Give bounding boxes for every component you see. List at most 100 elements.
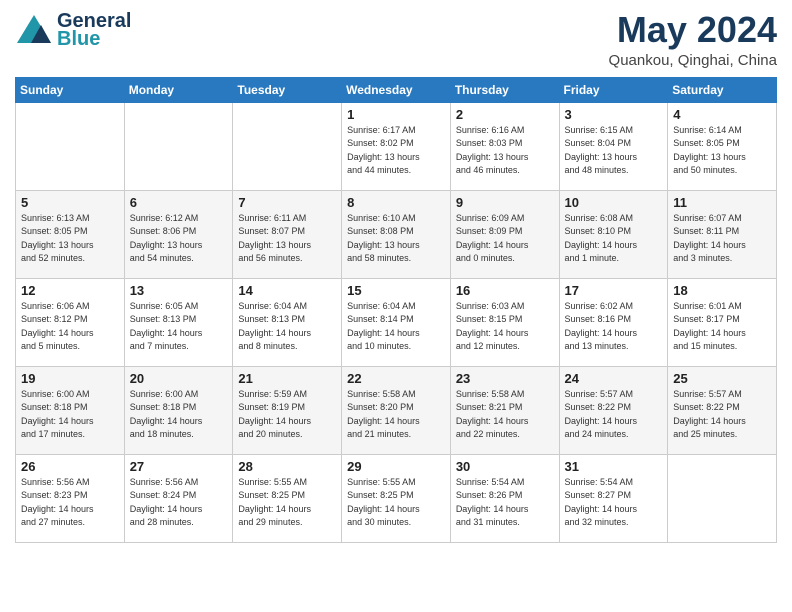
header-monday: Monday — [124, 77, 233, 102]
table-cell: 26 Sunrise: 5:56 AMSunset: 8:23 PMDayligh… — [16, 454, 125, 542]
day-info: Sunrise: 6:15 AMSunset: 8:04 PMDaylight:… — [565, 124, 663, 178]
calendar-row-2: 5 Sunrise: 6:13 AMSunset: 8:05 PMDaylight… — [16, 190, 777, 278]
day-info: Sunrise: 6:00 AMSunset: 8:18 PMDaylight:… — [21, 388, 119, 442]
day-number: 27 — [130, 459, 228, 474]
logo-icon — [15, 11, 53, 49]
day-number: 18 — [673, 283, 771, 298]
day-info: Sunrise: 5:59 AMSunset: 8:19 PMDaylight:… — [238, 388, 336, 442]
day-number: 31 — [565, 459, 663, 474]
table-cell: 28Sunrise: 5:55 AMSunset: 8:25 PMDayligh… — [233, 454, 342, 542]
table-cell: 11 Sunrise: 6:07 AMSunset: 8:11 PMDayligh… — [668, 190, 777, 278]
day-number: 13 — [130, 283, 228, 298]
day-info: Sunrise: 5:58 AMSunset: 8:21 PMDaylight:… — [456, 388, 554, 442]
day-info: Sunrise: 6:04 AMSunset: 8:14 PMDaylight:… — [347, 300, 445, 354]
day-number: 8 — [347, 195, 445, 210]
table-cell: 19 Sunrise: 6:00 AMSunset: 8:18 PMDayligh… — [16, 366, 125, 454]
day-number: 6 — [130, 195, 228, 210]
day-number: 5 — [21, 195, 119, 210]
day-info: Sunrise: 5:58 AMSunset: 8:20 PMDaylight:… — [347, 388, 445, 442]
table-cell: 17 Sunrise: 6:02 AMSunset: 8:16 PMDayligh… — [559, 278, 668, 366]
day-info: Sunrise: 5:54 AMSunset: 8:27 PMDaylight:… — [565, 476, 663, 530]
day-number: 30 — [456, 459, 554, 474]
table-cell: 29 Sunrise: 5:55 AMSunset: 8:25 PMDayligh… — [342, 454, 451, 542]
day-number: 12 — [21, 283, 119, 298]
table-cell: 1 Sunrise: 6:17 AMSunset: 8:02 PMDaylight… — [342, 102, 451, 190]
day-info: Sunrise: 6:06 AMSunset: 8:12 PMDaylight:… — [21, 300, 119, 354]
day-info: Sunrise: 6:03 AMSunset: 8:15 PMDaylight:… — [456, 300, 554, 354]
table-cell — [16, 102, 125, 190]
day-info: Sunrise: 5:57 AMSunset: 8:22 PMDaylight:… — [565, 388, 663, 442]
weekday-header-row: Sunday Monday Tuesday Wednesday Thursday… — [16, 77, 777, 102]
day-info: Sunrise: 6:04 AMSunset: 8:13 PMDaylight:… — [238, 300, 336, 354]
table-cell: 3 Sunrise: 6:15 AMSunset: 8:04 PMDaylight… — [559, 102, 668, 190]
day-number: 10 — [565, 195, 663, 210]
month-title: May 2024 — [609, 10, 777, 50]
day-number: 15 — [347, 283, 445, 298]
day-info: Sunrise: 6:01 AMSunset: 8:17 PMDaylight:… — [673, 300, 771, 354]
day-number: 3 — [565, 107, 663, 122]
calendar-row-4: 19 Sunrise: 6:00 AMSunset: 8:18 PMDayligh… — [16, 366, 777, 454]
table-cell: 21Sunrise: 5:59 AMSunset: 8:19 PMDayligh… — [233, 366, 342, 454]
day-number: 2 — [456, 107, 554, 122]
day-number: 28 — [238, 459, 336, 474]
table-cell: 23Sunrise: 5:58 AMSunset: 8:21 PMDayligh… — [450, 366, 559, 454]
day-number: 17 — [565, 283, 663, 298]
page: General Blue May 2024 Quankou, Qinghai, … — [0, 0, 792, 612]
table-cell: 14 Sunrise: 6:04 AMSunset: 8:13 PMDayligh… — [233, 278, 342, 366]
header-wednesday: Wednesday — [342, 77, 451, 102]
day-number: 1 — [347, 107, 445, 122]
day-number: 29 — [347, 459, 445, 474]
day-number: 16 — [456, 283, 554, 298]
day-info: Sunrise: 5:57 AMSunset: 8:22 PMDaylight:… — [673, 388, 771, 442]
header-friday: Friday — [559, 77, 668, 102]
table-cell: 5 Sunrise: 6:13 AMSunset: 8:05 PMDaylight… — [16, 190, 125, 278]
day-info: Sunrise: 6:08 AMSunset: 8:10 PMDaylight:… — [565, 212, 663, 266]
table-cell: 8Sunrise: 6:10 AMSunset: 8:08 PMDaylight… — [342, 190, 451, 278]
table-cell: 12 Sunrise: 6:06 AMSunset: 8:12 PMDayligh… — [16, 278, 125, 366]
day-info: Sunrise: 6:00 AMSunset: 8:18 PMDaylight:… — [130, 388, 228, 442]
day-number: 4 — [673, 107, 771, 122]
day-info: Sunrise: 6:09 AMSunset: 8:09 PMDaylight:… — [456, 212, 554, 266]
day-number: 19 — [21, 371, 119, 386]
header-sunday: Sunday — [16, 77, 125, 102]
day-number: 20 — [130, 371, 228, 386]
table-cell: 22Sunrise: 5:58 AMSunset: 8:20 PMDayligh… — [342, 366, 451, 454]
day-number: 24 — [565, 371, 663, 386]
location: Quankou, Qinghai, China — [609, 52, 777, 69]
table-cell: 30 Sunrise: 5:54 AMSunset: 8:26 PMDayligh… — [450, 454, 559, 542]
table-cell: 7Sunrise: 6:11 AMSunset: 8:07 PMDaylight… — [233, 190, 342, 278]
table-cell: 31 Sunrise: 5:54 AMSunset: 8:27 PMDayligh… — [559, 454, 668, 542]
day-info: Sunrise: 6:02 AMSunset: 8:16 PMDaylight:… — [565, 300, 663, 354]
day-info: Sunrise: 6:16 AMSunset: 8:03 PMDaylight:… — [456, 124, 554, 178]
table-cell: 16 Sunrise: 6:03 AMSunset: 8:15 PMDayligh… — [450, 278, 559, 366]
day-info: Sunrise: 6:13 AMSunset: 8:05 PMDaylight:… — [21, 212, 119, 266]
table-cell: 13Sunrise: 6:05 AMSunset: 8:13 PMDayligh… — [124, 278, 233, 366]
table-cell — [668, 454, 777, 542]
day-info: Sunrise: 6:12 AMSunset: 8:06 PMDaylight:… — [130, 212, 228, 266]
day-number: 9 — [456, 195, 554, 210]
day-info: Sunrise: 5:54 AMSunset: 8:26 PMDaylight:… — [456, 476, 554, 530]
day-info: Sunrise: 5:55 AMSunset: 8:25 PMDaylight:… — [347, 476, 445, 530]
header-saturday: Saturday — [668, 77, 777, 102]
header: General Blue May 2024 Quankou, Qinghai, … — [15, 10, 777, 69]
logo: General Blue — [15, 10, 131, 50]
header-tuesday: Tuesday — [233, 77, 342, 102]
table-cell: 18 Sunrise: 6:01 AMSunset: 8:17 PMDayligh… — [668, 278, 777, 366]
day-number: 26 — [21, 459, 119, 474]
day-number: 14 — [238, 283, 336, 298]
day-info: Sunrise: 6:07 AMSunset: 8:11 PMDaylight:… — [673, 212, 771, 266]
table-cell: 27 Sunrise: 5:56 AMSunset: 8:24 PMDayligh… — [124, 454, 233, 542]
table-cell — [124, 102, 233, 190]
day-info: Sunrise: 6:14 AMSunset: 8:05 PMDaylight:… — [673, 124, 771, 178]
day-info: Sunrise: 5:56 AMSunset: 8:24 PMDaylight:… — [130, 476, 228, 530]
day-info: Sunrise: 6:17 AMSunset: 8:02 PMDaylight:… — [347, 124, 445, 178]
table-cell: 4 Sunrise: 6:14 AMSunset: 8:05 PMDaylight… — [668, 102, 777, 190]
table-cell: 9 Sunrise: 6:09 AMSunset: 8:09 PMDaylight… — [450, 190, 559, 278]
day-info: Sunrise: 5:56 AMSunset: 8:23 PMDaylight:… — [21, 476, 119, 530]
calendar-row-1: 1 Sunrise: 6:17 AMSunset: 8:02 PMDaylight… — [16, 102, 777, 190]
table-cell: 15 Sunrise: 6:04 AMSunset: 8:14 PMDayligh… — [342, 278, 451, 366]
day-info: Sunrise: 6:11 AMSunset: 8:07 PMDaylight:… — [238, 212, 336, 266]
title-block: May 2024 Quankou, Qinghai, China — [609, 10, 777, 69]
table-cell: 10 Sunrise: 6:08 AMSunset: 8:10 PMDayligh… — [559, 190, 668, 278]
day-number: 11 — [673, 195, 771, 210]
